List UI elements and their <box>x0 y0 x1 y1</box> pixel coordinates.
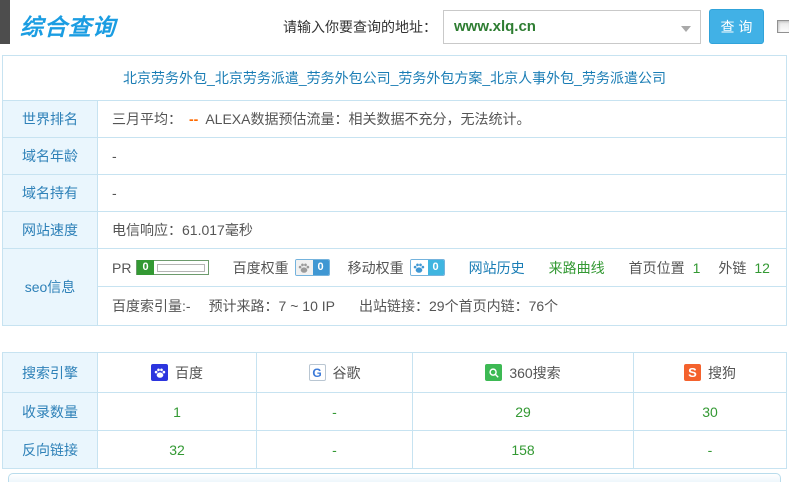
domain-age-value: - <box>98 138 786 174</box>
backlinks-sogou: - <box>633 431 786 468</box>
row-label-world-rank: 世界排名 <box>3 101 98 137</box>
backlinks-360: 158 <box>412 431 633 468</box>
site-history-link[interactable]: 网站历史 <box>469 258 525 278</box>
table-row-world-rank: 世界排名 三月平均： -- ALEXA数据预估流量：相关数据不充分，无法统计。 <box>3 100 786 137</box>
pagerank-value: 0 <box>137 260 153 275</box>
address-input[interactable] <box>444 11 669 43</box>
world-rank-missing: -- <box>189 111 198 127</box>
outbound-links: 出站链接：29个首页内链：76个 <box>359 296 558 316</box>
backlinks-baidu: 32 <box>98 431 256 468</box>
backlinks-google: - <box>256 431 412 468</box>
sogou-s-icon: S <box>684 364 701 381</box>
mobile-paw-icon <box>411 260 428 275</box>
backlinks-row: 反向链接 32 - 158 - <box>3 430 786 468</box>
outlink-label: 外链 <box>718 258 746 278</box>
site-title-row: 北京劳务外包_北京劳务派遣_劳务外包公司_劳务外包方案_北京人事外包_劳务派遣公… <box>3 56 786 100</box>
baidu-paw-icon <box>296 260 313 275</box>
engine-name: 360搜索 <box>509 363 560 383</box>
google-g-icon: G <box>309 364 326 381</box>
indexed-baidu: 1 <box>98 393 256 430</box>
site-info-table: 北京劳务外包_北京劳务派遣_劳务外包公司_劳务外包方案_北京人事外包_劳务派遣公… <box>2 55 787 326</box>
row-label-backlinks: 反向链接 <box>3 431 98 468</box>
row-label-domain-age: 域名年龄 <box>3 138 98 174</box>
engine-name: 百度 <box>175 363 203 383</box>
engine-cell-google: G 谷歌 <box>256 353 412 392</box>
mobile-weight-value: 0 <box>428 260 444 275</box>
indexed-count-row: 收录数量 1 - 29 30 <box>3 392 786 430</box>
home-position-label: 首页位置 <box>629 258 685 278</box>
row-label-domain-holder: 域名持有 <box>3 175 98 211</box>
world-rank-suffix: ALEXA数据预估流量：相关数据不充分，无法统计。 <box>205 109 530 129</box>
estimated-traffic: 预计来路：7 ~ 10 IP <box>209 296 335 316</box>
world-rank-prefix: 三月平均： <box>112 109 182 129</box>
pr-label: PR <box>112 260 131 276</box>
table-row-site-speed: 网站速度 电信响应：61.017毫秒 <box>3 211 786 248</box>
engine-cell-baidu: 百度 <box>98 353 256 392</box>
outlink-value: 12 <box>754 260 770 276</box>
baidu-index-value: - <box>186 298 191 314</box>
360-magnifier-icon <box>485 364 502 381</box>
indexed-google: - <box>256 393 412 430</box>
engine-cell-sogou: S 搜狗 <box>633 353 786 392</box>
engine-cell-360: 360搜索 <box>412 353 633 392</box>
address-label: 请输入你要查询的地址： <box>283 17 437 37</box>
pagerank-empty-track <box>157 264 205 272</box>
title-accent-bar <box>0 0 10 44</box>
mobile-weight-label: 移动权重 <box>348 258 404 278</box>
indexed-sogou: 30 <box>633 393 786 430</box>
dropdown-caret-icon[interactable] <box>681 26 691 32</box>
mobile-weight-badge[interactable]: 0 <box>410 259 445 276</box>
seo-line-2: 百度索引量: - 预计来路：7 ~ 10 IP 出站链接：29个首页内链：76个 <box>98 287 786 325</box>
toolbar: 综合查询 请输入你要查询的地址： 查 询 <box>0 0 789 55</box>
domain-holder-value: - <box>98 175 786 211</box>
row-label-indexed: 收录数量 <box>3 393 98 430</box>
traffic-curve-link[interactable]: 来路曲线 <box>549 258 605 278</box>
next-section-edge <box>8 473 781 482</box>
seo-line-1: PR 0 百度权重 0 移动权重 <box>98 249 786 287</box>
row-label-seo: seo信息 <box>3 249 98 325</box>
address-input-wrap <box>443 10 701 44</box>
baidu-paw-icon <box>151 364 168 381</box>
engine-name: 谷歌 <box>333 363 361 383</box>
row-label-engines: 搜索引擎 <box>3 353 98 392</box>
checkbox[interactable] <box>777 20 789 33</box>
indexed-360: 29 <box>412 393 633 430</box>
world-rank-value: 三月平均： -- ALEXA数据预估流量：相关数据不充分，无法统计。 <box>98 101 786 137</box>
baidu-weight-badge[interactable]: 0 <box>295 259 330 276</box>
search-engines-table: 搜索引擎 百度 G 谷歌 360搜索 S 搜狗 <box>2 352 787 469</box>
pagerank-bar: 0 <box>136 260 208 275</box>
engines-header-row: 搜索引擎 百度 G 谷歌 360搜索 S 搜狗 <box>3 353 786 392</box>
baidu-weight-value: 0 <box>313 260 329 275</box>
row-label-site-speed: 网站速度 <box>3 212 98 248</box>
site-title-link[interactable]: 北京劳务外包_北京劳务派遣_劳务外包公司_劳务外包方案_北京人事外包_劳务派遣公… <box>123 68 666 88</box>
baidu-weight-label: 百度权重 <box>233 258 289 278</box>
table-row-domain-age: 域名年龄 - <box>3 137 786 174</box>
engine-name: 搜狗 <box>708 363 736 383</box>
home-position-value: 1 <box>693 260 701 276</box>
seo-content: PR 0 百度权重 0 移动权重 <box>98 249 786 325</box>
table-row-domain-holder: 域名持有 - <box>3 174 786 211</box>
table-row-seo: seo信息 PR 0 百度权重 0 <box>3 248 786 325</box>
baidu-index-label: 百度索引量: <box>112 296 186 316</box>
site-speed-value: 电信响应：61.017毫秒 <box>98 212 786 248</box>
page-title: 综合查询 <box>20 8 116 42</box>
query-button[interactable]: 查 询 <box>709 9 764 44</box>
search-area: 请输入你要查询的地址： 查 询 <box>283 9 789 44</box>
